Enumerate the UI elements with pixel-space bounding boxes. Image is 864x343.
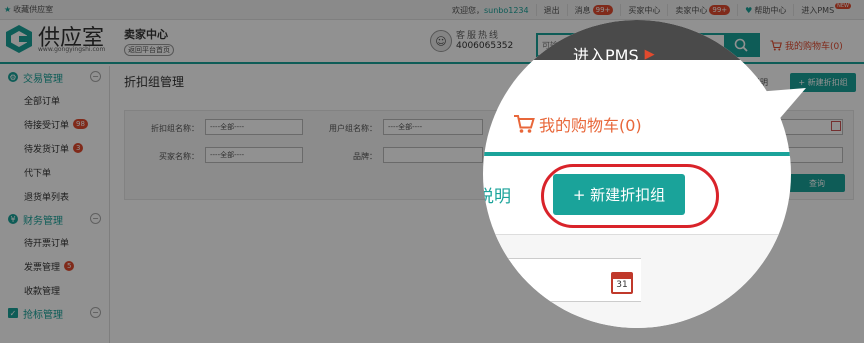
calendar-icon: 31 xyxy=(611,272,633,294)
magnified-new-discount-group-button[interactable]: + 新建折扣组 xyxy=(553,174,685,215)
magnified-help-text: 说明 xyxy=(483,187,511,207)
magnified-cart: 我的购物车(0) xyxy=(513,112,642,136)
cart-icon xyxy=(514,115,535,133)
magnified-pms-link: 进入PMS ▶ xyxy=(573,46,655,65)
magnified-divider xyxy=(483,152,791,156)
magnifier-circle: 进入PMS ▶ 我的购物车(0) 说明 + 新建折扣组 31 xyxy=(483,20,791,328)
play-arrow-icon: ▶ xyxy=(644,46,655,62)
